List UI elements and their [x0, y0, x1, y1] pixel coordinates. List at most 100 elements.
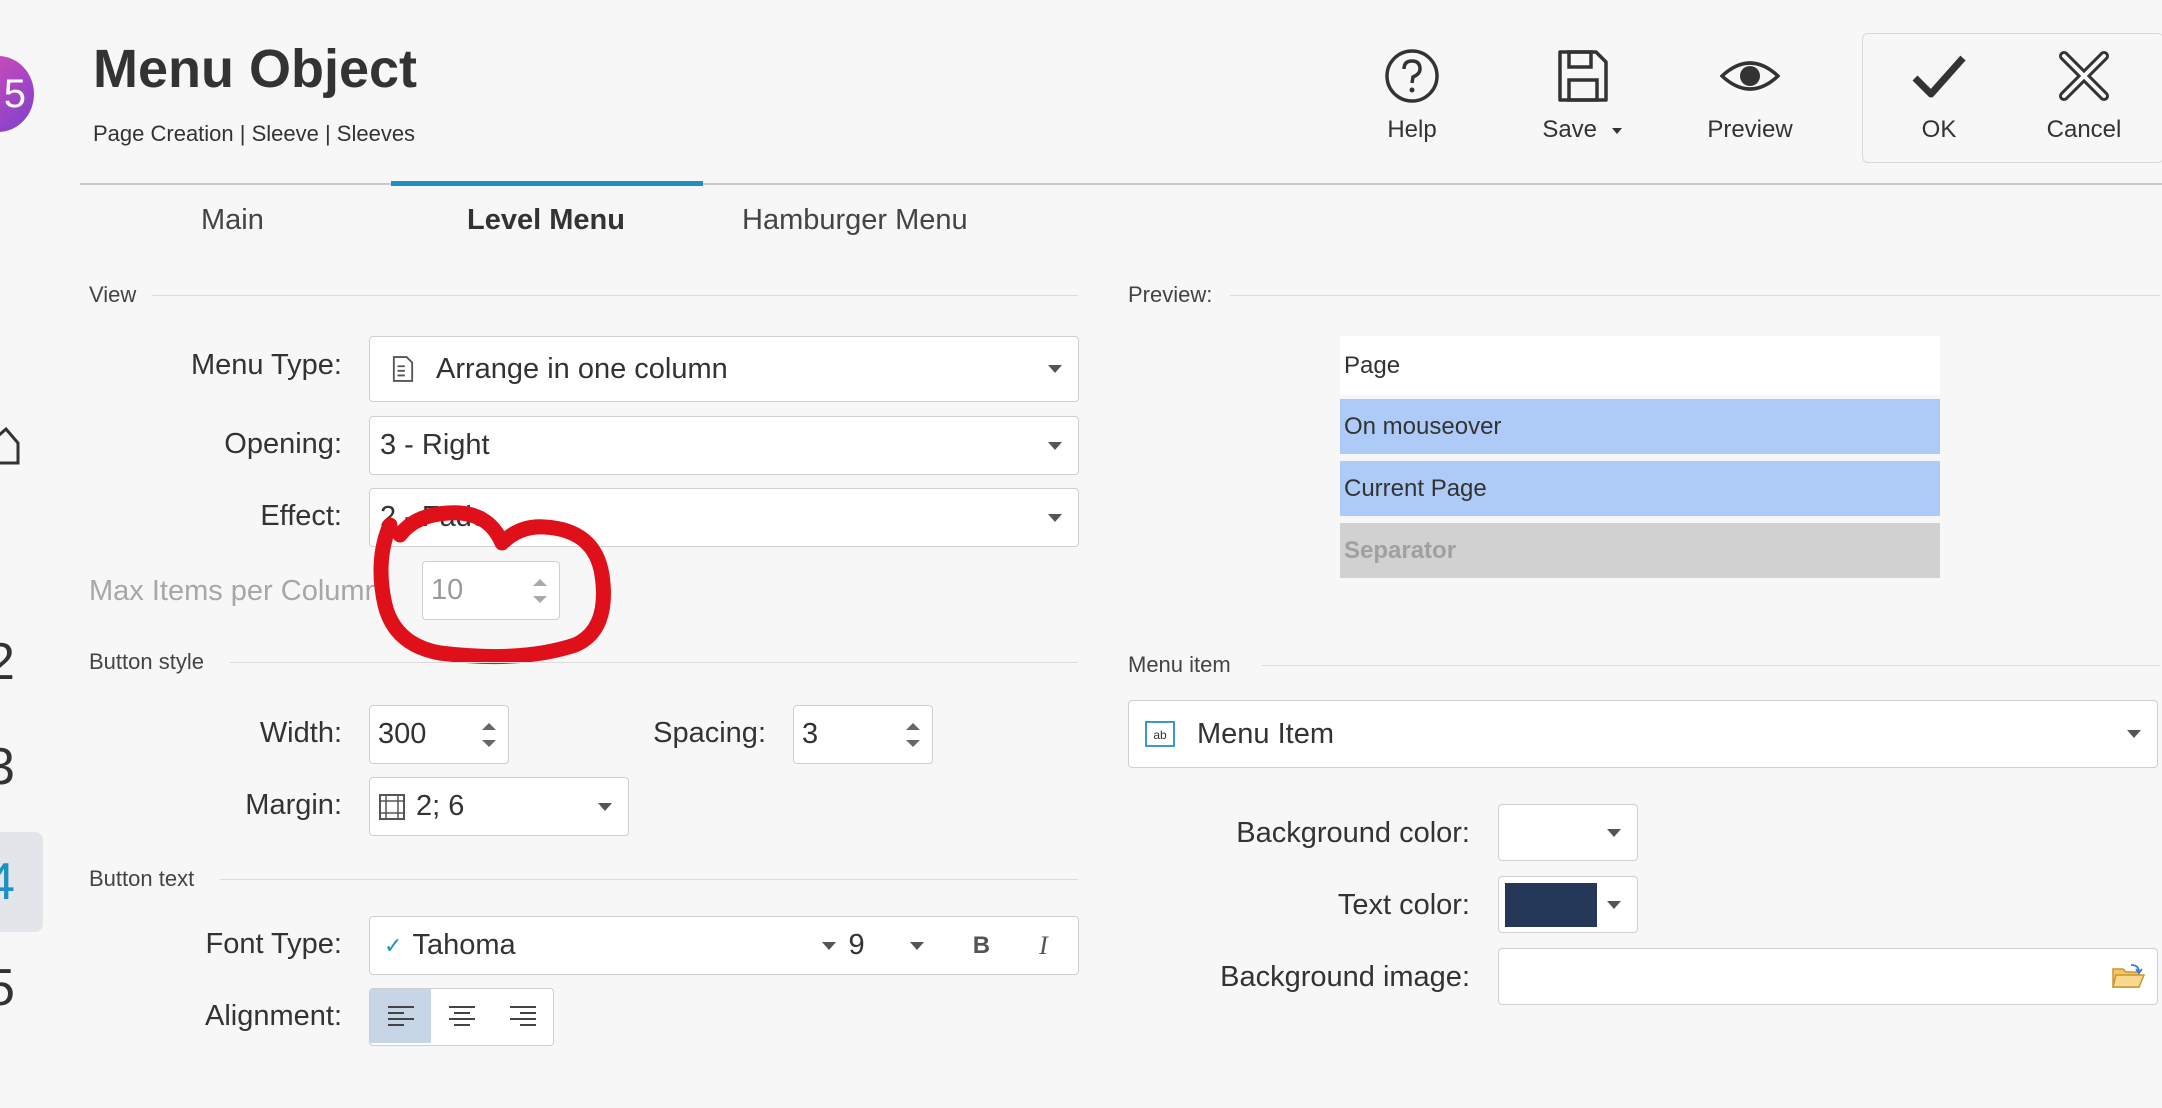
italic-button[interactable]: I	[1012, 931, 1074, 961]
active-tab-indicator	[391, 181, 703, 186]
max-items-label: Max Items per Column	[89, 575, 379, 607]
spin-up-icon[interactable]	[906, 722, 920, 730]
menu-item-dropdown[interactable]: ab Menu Item	[1128, 700, 2158, 768]
document-icon	[392, 356, 414, 382]
chevron-down-icon	[2127, 730, 2141, 738]
chevron-down-icon	[1048, 365, 1062, 373]
spin-up-icon[interactable]	[482, 722, 496, 730]
menu-item-group-label: Menu item	[1128, 652, 1231, 677]
align-center-icon	[448, 1006, 475, 1026]
alignment-group	[369, 988, 554, 1046]
spacing-stepper[interactable]: 3	[793, 705, 933, 764]
spacing-value: 3	[802, 718, 819, 750]
background-image-label: Background image:	[1220, 961, 1470, 993]
button-style-group-label: Button style	[89, 649, 204, 674]
breadcrumb: Page Creation | Sleeve | Sleeves	[93, 121, 416, 146]
font-size-value[interactable]: 9	[848, 929, 910, 962]
text-color-swatch	[1505, 882, 1597, 927]
cancel-button[interactable]: Cancel	[2024, 46, 2144, 144]
font-family-dropdown-icon[interactable]	[822, 941, 837, 950]
background-color-label: Background color:	[1236, 817, 1470, 849]
chevron-down-icon	[1607, 828, 1621, 837]
left-rail-item-4[interactable]: 4	[0, 852, 15, 912]
alignment-label: Alignment:	[204, 1000, 342, 1032]
spin-down-icon[interactable]	[482, 739, 496, 747]
width-label: Width:	[259, 717, 342, 749]
app-logo: 5	[0, 56, 34, 132]
chevron-down-icon	[1048, 441, 1062, 450]
menu-item-group-line	[1262, 665, 2160, 666]
chevron-down-icon	[598, 802, 612, 811]
align-left-button[interactable]	[370, 989, 431, 1043]
align-right-button[interactable]	[492, 989, 553, 1043]
help-icon	[1385, 49, 1439, 103]
tab-hamburger-menu[interactable]: Hamburger Menu	[742, 204, 968, 237]
align-right-icon	[509, 1006, 536, 1026]
red-circle-annotation	[373, 505, 611, 665]
button-text-group-line	[220, 879, 1078, 880]
margin-dropdown[interactable]: 2; 6	[369, 777, 629, 836]
button-style-group-line	[230, 662, 1078, 663]
ok-label: OK	[1921, 116, 1957, 143]
preview-item-current-page: Current Page	[1340, 461, 1940, 516]
width-value: 300	[378, 718, 427, 750]
help-button[interactable]: Help	[1352, 46, 1472, 144]
preview-item-page: Page	[1340, 336, 1940, 395]
opening-dropdown[interactable]: 3 - Right	[369, 416, 1079, 475]
preview-button[interactable]: Preview	[1690, 46, 1810, 144]
margin-grid-icon	[379, 793, 405, 820]
margin-label: Margin:	[245, 789, 342, 821]
left-rail-item-5[interactable]: 5	[0, 958, 15, 1018]
svg-text:ab: ab	[1153, 728, 1167, 742]
font-type-control: ✓ Tahoma 9 B I	[369, 916, 1079, 975]
tab-main[interactable]: Main	[201, 204, 264, 237]
checkmark-icon	[1912, 55, 1966, 98]
text-field-icon: ab	[1145, 721, 1175, 747]
margin-value: 2; 6	[416, 790, 465, 822]
preview-item-separator: Separator	[1340, 523, 1940, 578]
left-rail-item-3[interactable]: 3	[0, 737, 15, 797]
tab-level-menu[interactable]: Level Menu	[467, 204, 625, 237]
align-left-icon	[387, 1006, 414, 1026]
page-title: Menu Object	[93, 39, 418, 99]
eye-icon	[1720, 61, 1780, 91]
check-icon: ✓	[384, 932, 403, 958]
chevron-down-icon	[1048, 513, 1062, 522]
help-label: Help	[1387, 116, 1437, 143]
save-button[interactable]: Save	[1522, 46, 1642, 144]
close-icon	[2059, 51, 2109, 101]
text-color-picker[interactable]	[1498, 876, 1638, 933]
opening-value: 3 - Right	[380, 429, 490, 461]
menu-type-value: Arrange in one column	[436, 352, 728, 385]
save-label: Save	[1542, 116, 1598, 143]
view-group-line	[152, 295, 1078, 296]
background-image-field[interactable]	[1498, 948, 2158, 1005]
preview-label: Preview	[1707, 116, 1793, 143]
ok-button[interactable]: OK	[1879, 46, 1999, 144]
font-type-label: Font Type:	[205, 928, 343, 960]
width-stepper[interactable]: 300	[369, 705, 509, 764]
opening-label: Opening:	[224, 428, 342, 460]
align-center-button[interactable]	[431, 989, 492, 1043]
save-dropdown-icon[interactable]	[1611, 127, 1622, 134]
save-icon	[1558, 50, 1608, 102]
effect-label: Effect:	[260, 500, 342, 532]
spacing-label: Spacing:	[653, 717, 766, 749]
text-color-label: Text color:	[1337, 889, 1470, 921]
preview-group-line	[1230, 295, 2160, 296]
bold-button[interactable]: B	[950, 932, 1012, 960]
left-rail-item-2[interactable]: 2	[0, 632, 15, 692]
home-icon[interactable]	[0, 425, 20, 465]
chevron-down-icon	[1607, 900, 1621, 909]
view-group-label: View	[89, 282, 137, 307]
font-family-value[interactable]: Tahoma	[402, 929, 822, 962]
preview-group-label: Preview:	[1128, 282, 1213, 307]
background-color-picker[interactable]	[1498, 804, 1638, 861]
cancel-label: Cancel	[2046, 116, 2122, 143]
preview-item-mouseover: On mouseover	[1340, 399, 1940, 454]
folder-open-icon[interactable]	[2111, 963, 2145, 991]
font-size-dropdown-icon[interactable]	[910, 941, 925, 950]
menu-type-label: Menu Type:	[190, 349, 342, 381]
menu-type-dropdown[interactable]: Arrange in one column	[369, 336, 1079, 402]
spin-down-icon[interactable]	[906, 739, 920, 747]
